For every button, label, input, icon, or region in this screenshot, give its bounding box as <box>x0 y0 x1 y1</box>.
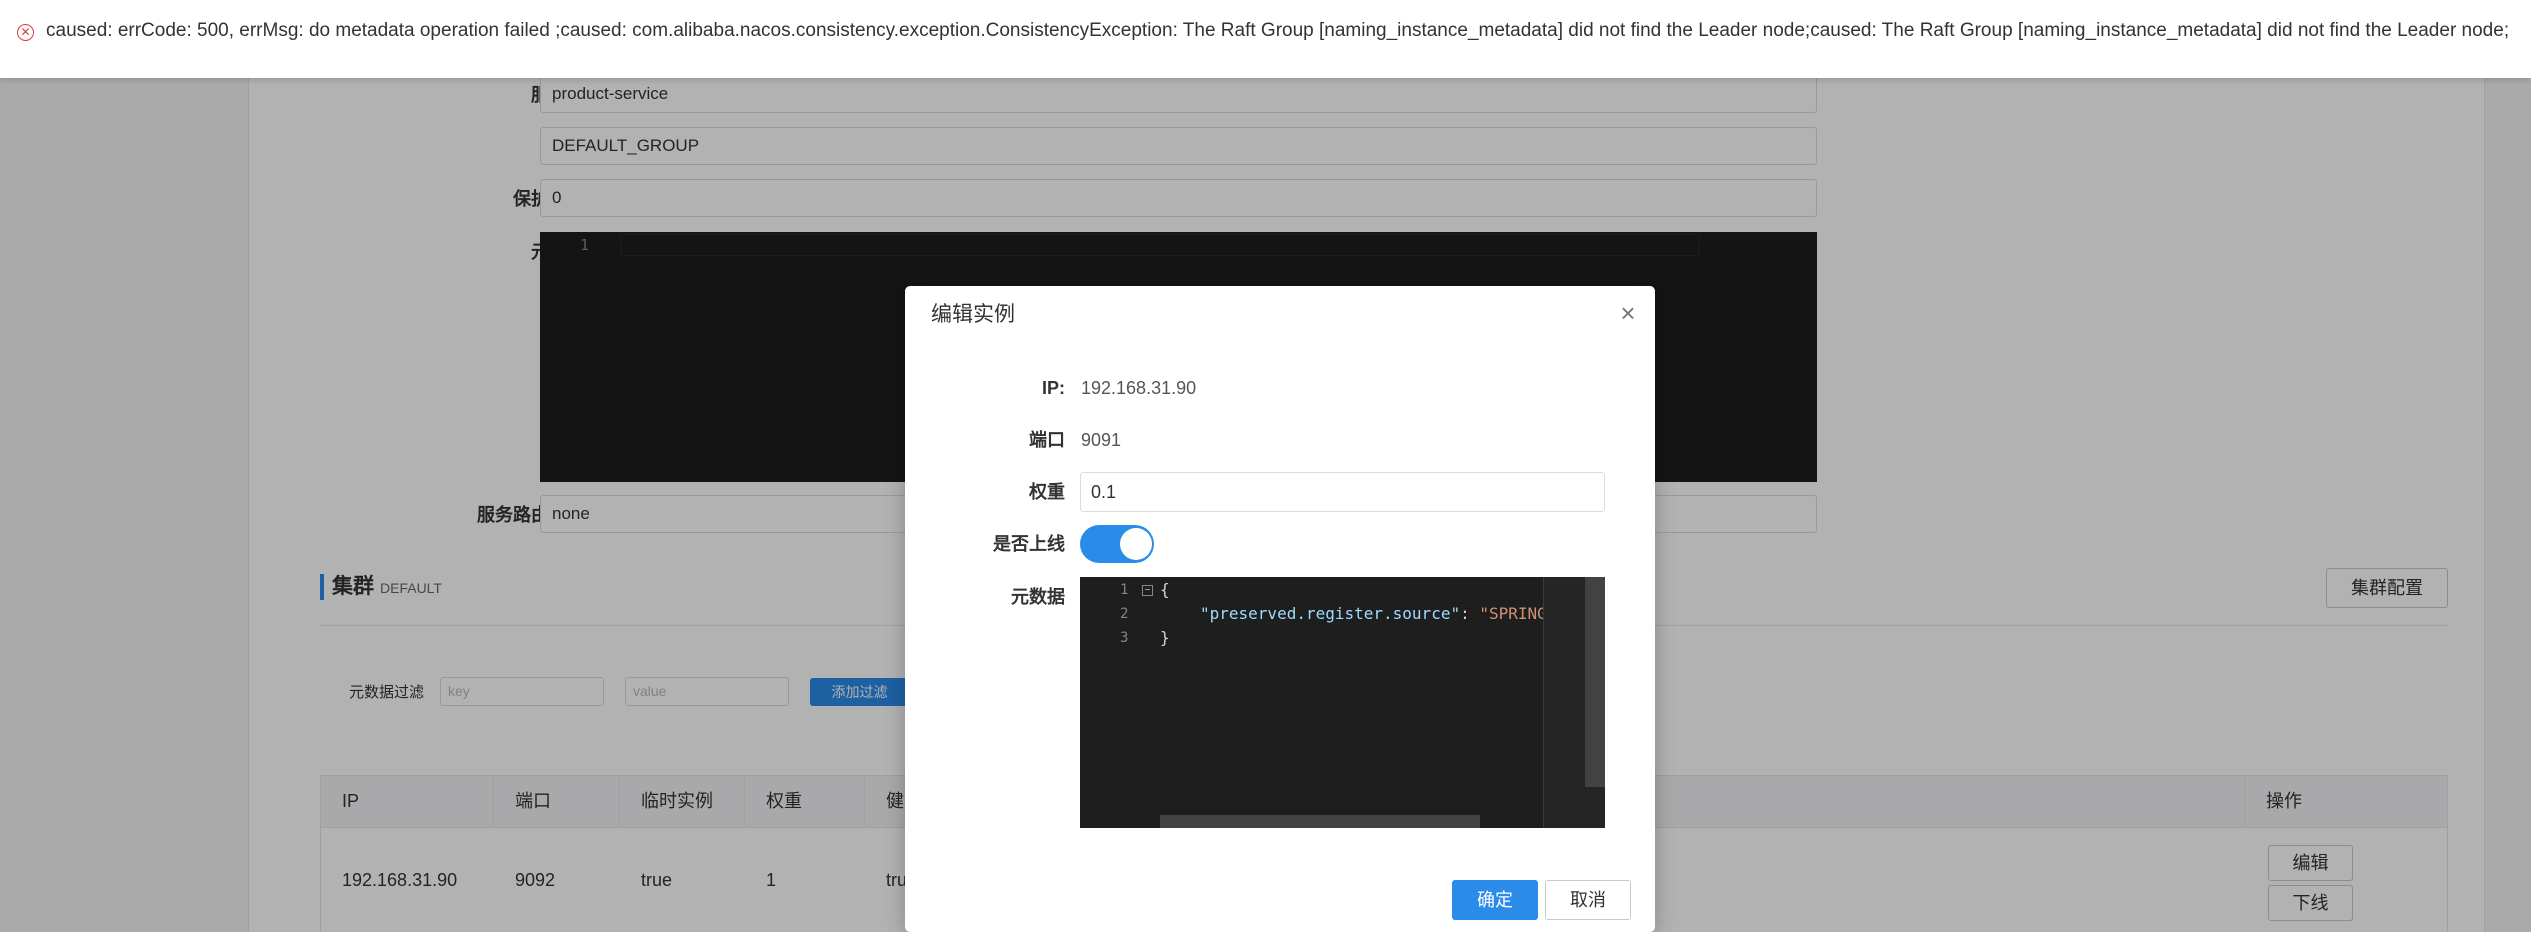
online-label-wrap: 是否上线 <box>905 529 1065 559</box>
metadata-label-wrap: 元数据 <box>905 582 1065 612</box>
metadata-code-editor[interactable]: 1 2 3 − { "preserved.register.source": "… <box>1080 577 1605 828</box>
error-message: caused: errCode: 500, errMsg: do metadat… <box>46 20 2510 41</box>
edit-instance-dialog: 编辑实例 × IP: 192.168.31.90 端口 9091 权重 0.1 … <box>905 286 1655 932</box>
line-number: 2 <box>1120 606 1129 622</box>
error-circle-icon: ✕ <box>17 24 34 41</box>
online-label: 是否上线 <box>993 534 1065 554</box>
ip-value: 192.168.31.90 <box>1081 378 1197 398</box>
dialog-title: 编辑实例 <box>931 303 1015 326</box>
close-icon[interactable]: × <box>1613 298 1643 328</box>
error-toast: ✕ caused: errCode: 500, errMsg: do metad… <box>0 0 2531 78</box>
confirm-button[interactable]: 确定 <box>1452 880 1538 920</box>
toggle-knob <box>1120 528 1152 560</box>
horizontal-scrollbar[interactable] <box>1160 815 1480 828</box>
ip-label: IP: <box>1041 378 1065 398</box>
metadata-label: 元数据 <box>1011 587 1065 607</box>
line-number: 1 <box>1120 582 1129 598</box>
fold-icon[interactable]: − <box>1142 585 1153 596</box>
vertical-scrollbar[interactable] <box>1585 577 1605 787</box>
code-line-2: "preserved.register.source": "SPRING <box>1200 604 1547 623</box>
online-toggle[interactable] <box>1080 525 1154 563</box>
code-line-1: { <box>1160 580 1170 599</box>
ip-label-wrap: IP: <box>905 373 1065 403</box>
cancel-button[interactable]: 取消 <box>1545 880 1631 920</box>
port-value: 9091 <box>1081 430 1122 450</box>
code-line-3: } <box>1160 628 1170 647</box>
weight-input[interactable]: 0.1 <box>1080 472 1605 512</box>
weight-label-wrap: 权重 <box>905 477 1065 507</box>
weight-label: 权重 <box>1029 482 1065 502</box>
port-label-wrap: 端口 <box>905 425 1065 455</box>
port-label: 端口 <box>1029 430 1065 450</box>
line-number: 3 <box>1120 630 1129 646</box>
